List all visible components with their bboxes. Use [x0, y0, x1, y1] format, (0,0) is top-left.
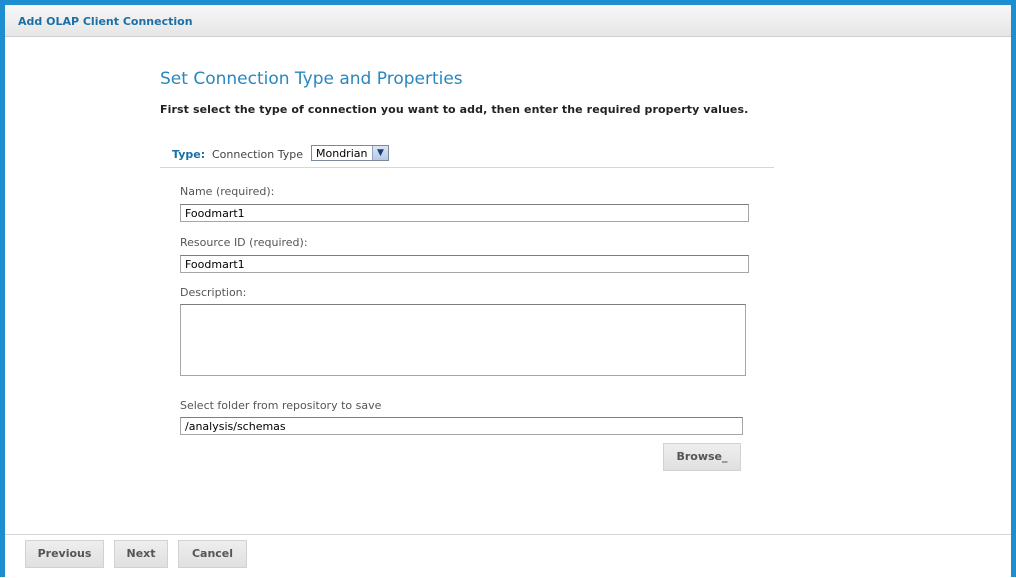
name-label: Name (required):	[180, 185, 275, 198]
name-field[interactable]: Foodmart1	[180, 204, 749, 222]
connection-type-row: Type: Connection Type Mondrian ▼	[160, 145, 774, 168]
connection-type-select[interactable]: Mondrian ▼	[311, 145, 389, 161]
dialog-frame	[0, 0, 1016, 577]
title-bar: Add OLAP Client Connection	[5, 0, 1011, 37]
description-textarea[interactable]	[180, 304, 746, 376]
dialog-title: Add OLAP Client Connection	[18, 15, 193, 28]
browse-button[interactable]: Browse_	[663, 443, 741, 471]
description-label: Description:	[180, 286, 247, 299]
type-label: Type:	[172, 148, 206, 161]
cancel-button[interactable]: Cancel	[178, 540, 247, 568]
chevron-down-icon[interactable]: ▼	[372, 146, 388, 160]
previous-button[interactable]: Previous	[25, 540, 104, 568]
connection-type-value: Mondrian	[316, 147, 368, 160]
page-heading: Set Connection Type and Properties	[160, 69, 463, 89]
folder-path-field[interactable]: /analysis/schemas	[180, 417, 743, 435]
folder-label: Select folder from repository to save	[180, 399, 382, 412]
next-button[interactable]: Next	[114, 540, 168, 568]
resource-id-label: Resource ID (required):	[180, 236, 308, 249]
instructions-text: First select the type of connection you …	[160, 103, 749, 116]
resource-id-field[interactable]: Foodmart1	[180, 255, 749, 273]
connection-type-label: Connection Type	[212, 148, 304, 161]
